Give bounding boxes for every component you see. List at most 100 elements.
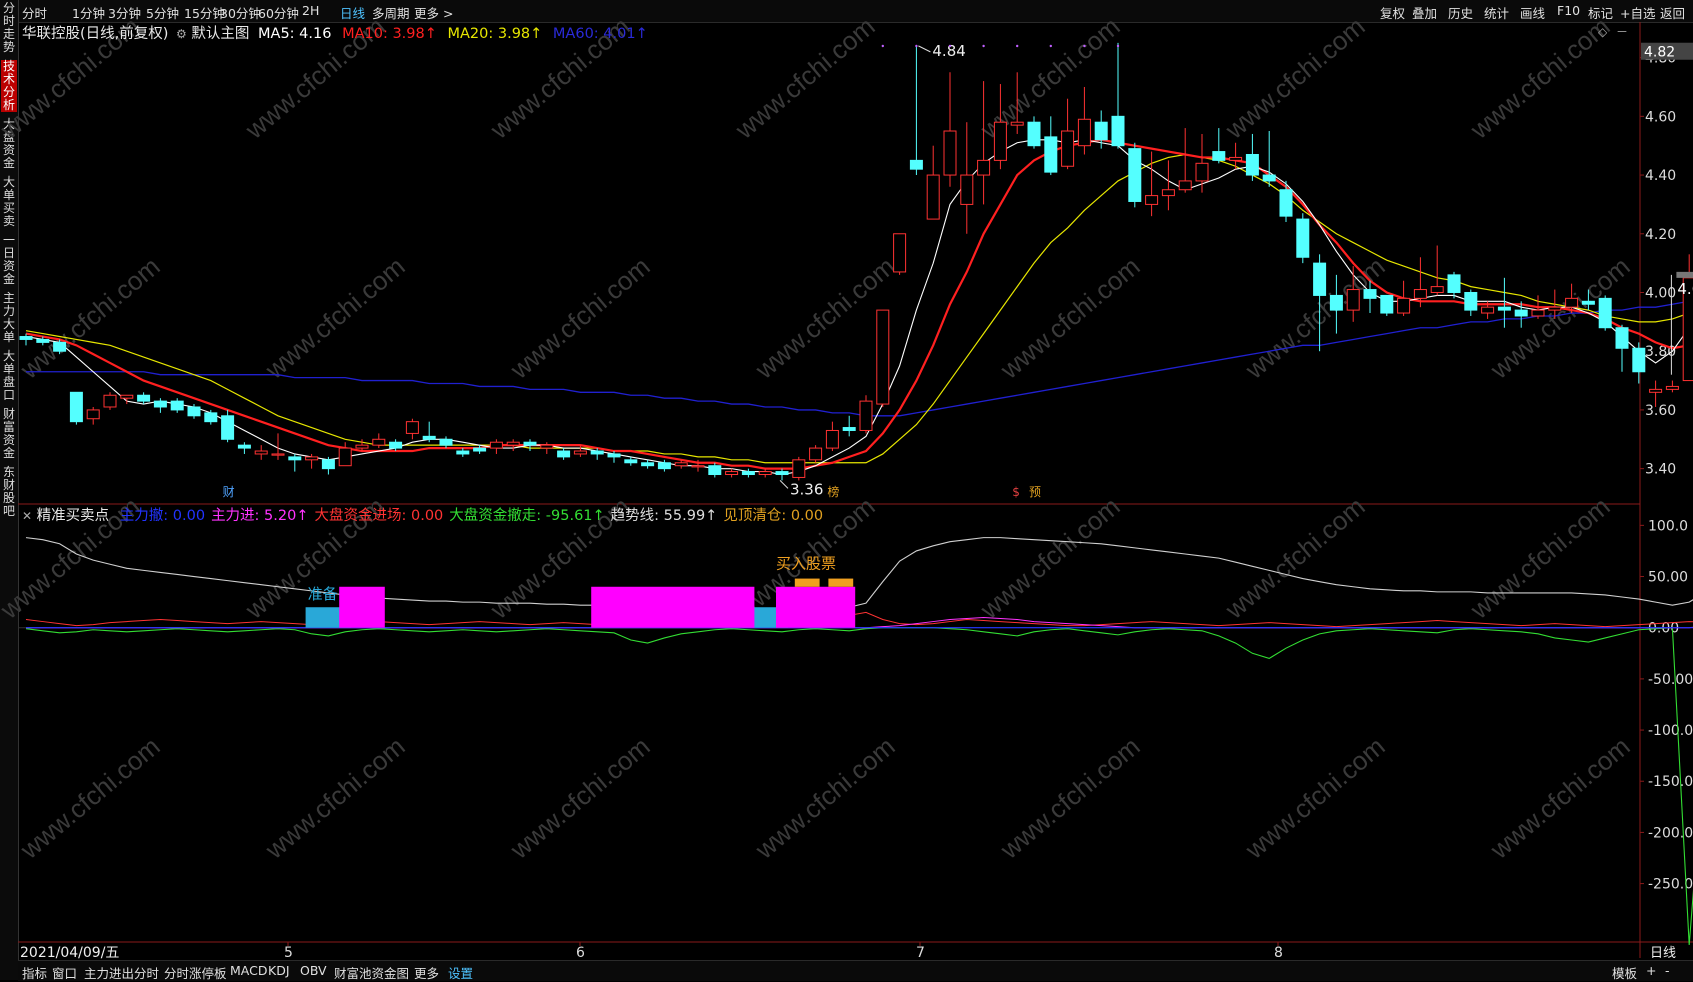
bottom-right-1[interactable]: + [1646, 963, 1656, 978]
candle-body[interactable] [1010, 121, 1024, 126]
indicator-close-icon[interactable]: ✕ [22, 509, 32, 523]
candle-body[interactable] [1581, 300, 1595, 305]
indicator-name[interactable]: 精准买卖点 [37, 508, 110, 524]
candle-body[interactable] [103, 394, 117, 408]
candle-body[interactable] [1044, 136, 1058, 173]
candle-body[interactable] [641, 462, 655, 467]
candle-body[interactable] [372, 438, 386, 446]
candle-body[interactable] [1094, 121, 1108, 141]
candle-body[interactable] [523, 441, 537, 446]
candle-body[interactable] [1279, 189, 1293, 217]
bottom-tab-2[interactable]: 主力进出分时 [84, 963, 159, 982]
candle-body[interactable] [1346, 289, 1360, 311]
candle-body[interactable] [422, 435, 436, 440]
candle-body[interactable] [1497, 306, 1511, 311]
diamond-icon[interactable]: ◇ [1598, 25, 1608, 39]
candle-body[interactable] [153, 400, 167, 408]
candle-body[interactable] [1481, 306, 1495, 314]
bottom-right-2[interactable]: - [1665, 963, 1670, 978]
candle-body[interactable] [237, 444, 251, 449]
bottom-tab-9[interactable]: 设置 [448, 963, 473, 982]
candle-body[interactable] [506, 441, 520, 446]
bottom-right-0[interactable]: 模板 [1612, 963, 1637, 982]
event-marker[interactable]: 财 [223, 485, 235, 499]
candle-body[interactable] [1262, 174, 1276, 182]
candle-body[interactable] [792, 459, 806, 478]
candle-body[interactable] [1380, 294, 1394, 314]
candle-body[interactable] [657, 462, 671, 470]
candle-body[interactable] [305, 456, 319, 461]
candle-body[interactable] [355, 444, 369, 449]
candle-body[interactable] [859, 400, 873, 431]
minus-icon[interactable]: － [1616, 25, 1628, 39]
candle-body[interactable] [1077, 118, 1091, 147]
candle-body[interactable] [1430, 286, 1444, 293]
candle-body[interactable] [977, 159, 991, 176]
candle-body[interactable] [607, 453, 621, 458]
bottom-tab-3[interactable]: 分时涨停板 [164, 963, 227, 982]
candle-body[interactable] [1313, 262, 1327, 296]
candle-body[interactable] [187, 406, 201, 417]
candle-body[interactable] [19, 336, 33, 340]
candle-body[interactable] [1665, 385, 1679, 390]
candle-body[interactable] [1027, 121, 1041, 147]
candle-body[interactable] [271, 453, 285, 456]
candle-body[interactable] [1615, 327, 1629, 349]
bottom-tab-5[interactable]: KDJ [268, 963, 290, 978]
candle-body[interactable] [876, 309, 890, 405]
stock-title[interactable]: 华联控股(日线,前复权) [22, 26, 168, 42]
candle-body[interactable] [1212, 151, 1226, 161]
candle-body[interactable] [1632, 347, 1646, 373]
candle-body[interactable] [1329, 294, 1343, 311]
candle-body[interactable] [338, 447, 352, 467]
bottom-tab-0[interactable]: 指标 [22, 963, 47, 982]
candle-body[interactable] [120, 394, 134, 399]
candle-body[interactable] [1245, 154, 1259, 176]
bottom-tab-6[interactable]: OBV [300, 963, 327, 978]
candle-body[interactable] [36, 338, 50, 343]
candle-body[interactable] [809, 447, 823, 461]
candle-body[interactable] [1413, 289, 1427, 299]
candle-body[interactable] [1061, 130, 1075, 167]
candle-body[interactable] [1229, 156, 1243, 161]
candle-body[interactable] [993, 121, 1007, 161]
candle-body[interactable] [1598, 297, 1612, 329]
candle-body[interactable] [170, 400, 184, 411]
candle-body[interactable] [1178, 180, 1192, 191]
candle-body[interactable] [204, 412, 218, 423]
candle-body[interactable] [725, 471, 739, 476]
candle-body[interactable] [1649, 388, 1663, 393]
candle-body[interactable] [758, 471, 772, 476]
candle-body[interactable] [893, 233, 907, 273]
candle-body[interactable] [842, 427, 856, 431]
candle-body[interactable] [909, 159, 923, 170]
candle-body[interactable] [489, 441, 503, 449]
candle-body[interactable] [1296, 218, 1310, 258]
template-gear-icon[interactable]: ⚙ [176, 27, 187, 41]
candle-body[interactable] [708, 465, 722, 476]
candle-body[interactable] [137, 394, 151, 402]
bottom-tab-7[interactable]: 财富池资金图 [334, 963, 409, 982]
candle-body[interactable] [825, 429, 839, 449]
candle-body[interactable] [1514, 309, 1528, 317]
candle-body[interactable] [926, 174, 940, 220]
candle-body[interactable] [288, 456, 302, 461]
candle-body[interactable] [1111, 115, 1125, 147]
candle-body[interactable] [221, 415, 235, 440]
bottom-tab-8[interactable]: 更多 [414, 963, 439, 982]
candle-body[interactable] [943, 130, 957, 176]
candle-body[interactable] [1363, 289, 1377, 299]
candle-body[interactable] [1145, 195, 1159, 205]
bottom-tab-4[interactable]: MACD [230, 963, 267, 978]
candle-body[interactable] [590, 450, 604, 455]
candle-body[interactable] [540, 444, 554, 449]
candle-body[interactable] [53, 341, 67, 352]
candle-body[interactable] [321, 459, 335, 470]
candle-body[interactable] [86, 409, 100, 420]
candle-body[interactable] [624, 459, 638, 464]
template-label[interactable]: 默认主图 [191, 26, 249, 42]
candle-body[interactable] [674, 462, 688, 467]
candle-body[interactable] [1447, 274, 1461, 293]
candle-body[interactable] [691, 465, 705, 468]
candle-body[interactable] [1531, 309, 1545, 317]
